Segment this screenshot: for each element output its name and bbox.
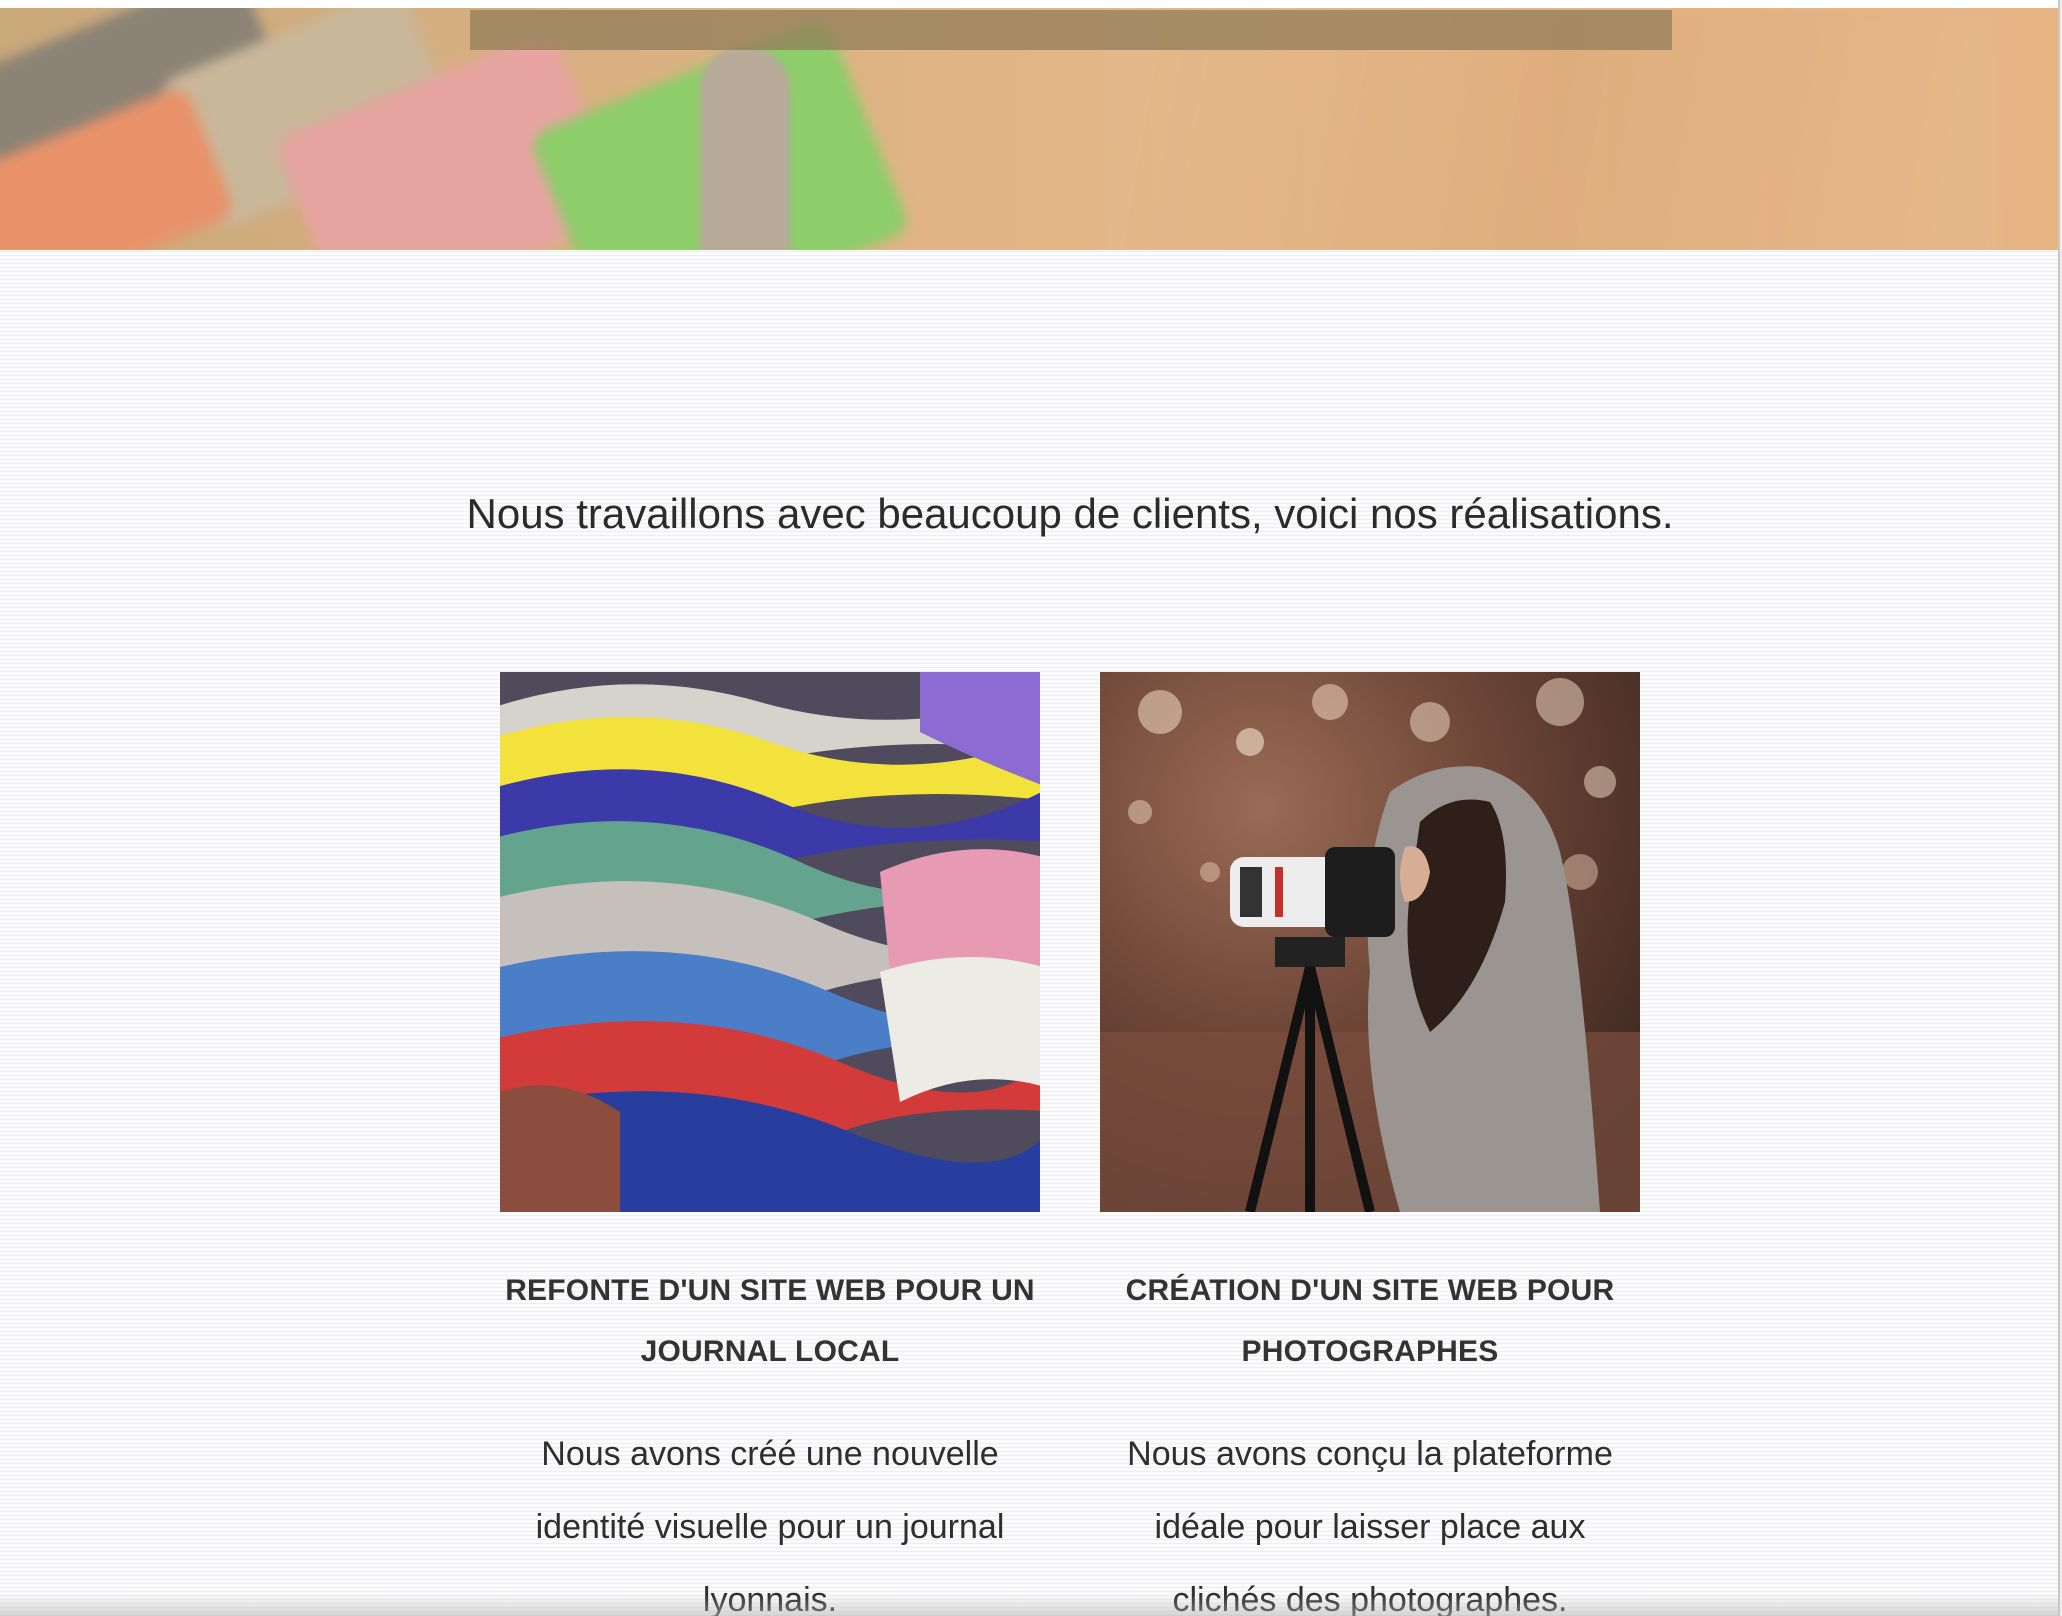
project-description: Nous avons créé une nouvelle identité vi… [535, 1435, 1005, 1616]
project-description: Nous avons conçu la plateforme idéale po… [1127, 1435, 1613, 1616]
portfolio-intro-text: Nous travaillons avec beaucoup de client… [466, 490, 1674, 537]
portfolio-section: Nous travaillons avec beaucoup de client… [0, 250, 2058, 1616]
window-bottom-shadow [0, 1594, 2058, 1616]
magazines-illustration [500, 672, 1040, 1212]
project-image-magazines[interactable] [500, 672, 1040, 1212]
hero-pen-shape [700, 48, 790, 250]
project-title[interactable]: CRÉATION D'UN SITE WEB POUR PHOTOGRAPHES [1100, 1260, 1640, 1382]
hero-banner [0, 8, 2058, 250]
project-image-photographer[interactable] [1100, 672, 1640, 1212]
navigation-bar [470, 10, 1672, 50]
project-title[interactable]: REFONTE D'UN SITE WEB POUR UN JOURNAL LO… [500, 1260, 1040, 1382]
browser-viewport: Nous travaillons avec beaucoup de client… [0, 0, 2060, 1616]
photographer-illustration [1100, 672, 1640, 1212]
project-card[interactable]: REFONTE D'UN SITE WEB POUR UN JOURNAL LO… [500, 672, 1040, 1616]
project-card[interactable]: CRÉATION D'UN SITE WEB POUR PHOTOGRAPHES… [1100, 672, 1640, 1616]
